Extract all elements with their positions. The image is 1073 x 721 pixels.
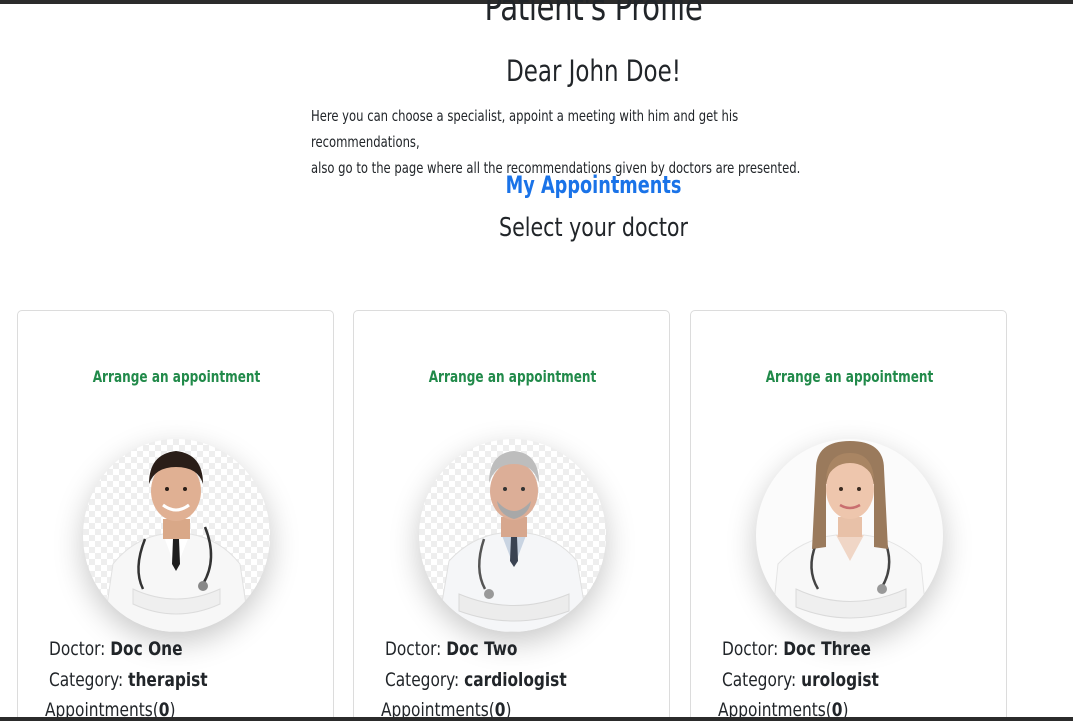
category-line: Category: therapist	[49, 669, 208, 691]
doctor-card: Arrange an appointment Doctor: Doc One C…	[17, 310, 334, 721]
arrange-appointment-link[interactable]: Arrange an appointment	[716, 367, 982, 386]
doctor-label: Doctor:	[49, 638, 106, 660]
doctor-two-portrait	[436, 451, 590, 632]
doctor-photo	[83, 439, 270, 632]
doctor-card: Arrange an appointment Doctor: Doc Two C…	[353, 310, 670, 721]
doctor-name: Doc Three	[783, 638, 871, 660]
doctor-card: Arrange an appointment Doctor: Doc Three…	[690, 310, 1007, 721]
select-doctor-heading: Select your doctor	[499, 213, 688, 243]
doctor-photo	[756, 439, 943, 632]
category-label: Category:	[722, 669, 797, 691]
my-appointments-link[interactable]: My Appointments	[107, 171, 1073, 199]
category-label: Category:	[49, 669, 124, 691]
doctor-name-line: Doctor: Doc Three	[722, 638, 871, 660]
intro-text: Here you can choose a specialist, appoin…	[311, 103, 844, 181]
greeting-heading: Dear John Doe!	[506, 54, 681, 88]
category-line: Category: cardiologist	[385, 669, 567, 691]
category-label: Category:	[385, 669, 460, 691]
page-title: Patient's Profile	[484, 0, 703, 29]
doctor-category: cardiologist	[464, 669, 567, 691]
doctor-name-line: Doctor: Doc One	[49, 638, 183, 660]
arrange-appointment-link[interactable]: Arrange an appointment	[379, 367, 645, 386]
doctor-three-portrait	[770, 441, 929, 632]
doctor-label: Doctor:	[722, 638, 779, 660]
doctor-name: Doc Two	[446, 638, 518, 660]
category-line: Category: urologist	[722, 669, 879, 691]
window-bottom-border	[0, 717, 1073, 721]
doctor-photo	[419, 439, 606, 632]
doctor-name: Doc One	[110, 638, 183, 660]
doctor-label: Doctor:	[385, 638, 442, 660]
arrange-appointment-link[interactable]: Arrange an appointment	[43, 367, 309, 386]
intro-line-1: Here you can choose a specialist, appoin…	[311, 107, 739, 151]
doctor-one-portrait	[102, 451, 251, 632]
doctor-name-line: Doctor: Doc Two	[385, 638, 517, 660]
doctor-category: therapist	[128, 669, 208, 691]
doctor-category: urologist	[801, 669, 879, 691]
